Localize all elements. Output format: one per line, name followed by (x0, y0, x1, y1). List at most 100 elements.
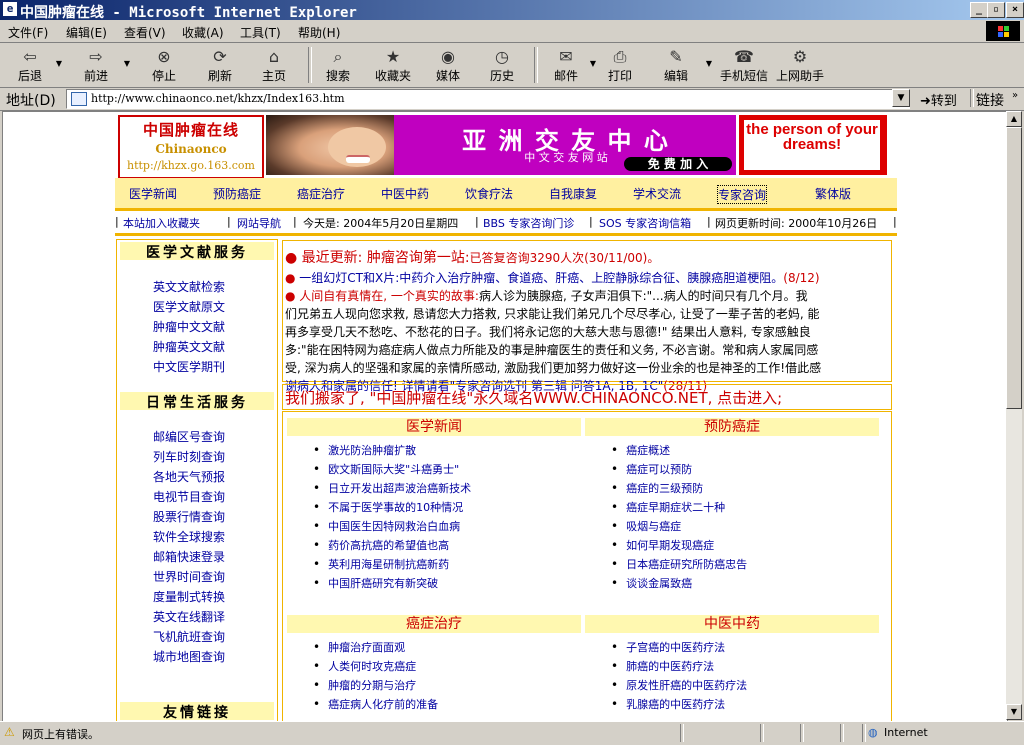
sidebar-link[interactable]: 股票行情查询 (153, 508, 225, 525)
address-input[interactable]: http://www.chinaonco.net/khzx/Index163.h… (66, 89, 910, 109)
list-item[interactable]: 药价高抗癌的希望值也高 (327, 537, 449, 553)
list-item[interactable]: 原发性肝癌的中医药疗法 (625, 677, 747, 693)
search-button[interactable]: ⌕ 搜索 (318, 45, 358, 85)
sidebar-link[interactable]: 电视节目查询 (153, 488, 225, 505)
scroll-down-button[interactable]: ▼ (1006, 704, 1022, 720)
sidebar-link[interactable]: 软件全球搜索 (153, 528, 225, 545)
section-heading[interactable]: 癌症治疗 (287, 615, 581, 633)
latest-update-link[interactable]: 已答复咨询3290人次(30/11/00)。 (470, 251, 660, 265)
links-chevron-icon[interactable]: » (1012, 90, 1018, 101)
dating-banner[interactable]: 亚 洲 交 友 中 心 中 文 交 友 网 站 免 费 加 入 (266, 115, 736, 175)
nav-tcm[interactable]: 中医中药 (381, 185, 429, 202)
ct-slides-link[interactable]: 一组幻灯CT和X片:中药介入治疗肿瘤、食道癌、肝癌、上腔静脉综合征、胰腺癌胆道梗… (299, 271, 783, 285)
nav-treatment[interactable]: 癌症治疗 (297, 185, 345, 202)
home-button[interactable]: ⌂ 主页 (254, 45, 294, 85)
list-item[interactable]: 英利用海星研制抗癌新药 (327, 556, 449, 572)
menu-edit[interactable]: 编辑(E) (66, 24, 107, 41)
nav-diet[interactable]: 饮食疗法 (465, 185, 513, 202)
links-button[interactable]: 链接 (976, 90, 1004, 110)
bbs-link[interactable]: BBS 专家咨询门诊 (483, 215, 574, 231)
vertical-scrollbar[interactable]: ▲ ▼ (1006, 111, 1022, 720)
section-heading[interactable]: 中医中药 (585, 615, 879, 633)
ad-banner[interactable]: the person of your dreams! (739, 115, 887, 175)
edit-button[interactable]: ✎ 编辑 (656, 45, 696, 85)
sms-button[interactable]: ☎ 手机短信 (718, 45, 770, 85)
refresh-button[interactable]: ⟳ 刷新 (200, 45, 240, 85)
domain-notice[interactable]: 我们搬家了, "中国肿瘤在线"永久域名WWW.CHINAONCO.NET, 点击… (282, 384, 892, 410)
forward-button[interactable]: ⇨ 前进 (76, 45, 116, 85)
warning-icon[interactable]: ⚠ (4, 725, 15, 739)
list-item[interactable]: 日本癌症研究所防癌忠告 (625, 556, 747, 572)
sidebar-link[interactable]: 飞机航班查询 (153, 628, 225, 645)
menu-help[interactable]: 帮助(H) (298, 24, 340, 41)
list-item[interactable]: 吸烟与癌症 (625, 518, 681, 534)
list-item[interactable]: 激光防治肿瘤扩散 (327, 442, 416, 458)
section-heading[interactable]: 医学新闻 (287, 418, 581, 436)
back-button[interactable]: ⇦ 后退 (10, 45, 50, 85)
scroll-thumb[interactable] (1006, 127, 1022, 409)
nav-academic[interactable]: 学术交流 (633, 185, 681, 202)
join-button[interactable]: 免 费 加 入 (624, 157, 732, 171)
list-item[interactable]: 癌症可以预防 (625, 461, 692, 477)
sidebar-link[interactable]: 度量制式转换 (153, 588, 225, 605)
sidebar-link[interactable]: 城市地图查询 (153, 648, 225, 665)
list-item[interactable]: 不属于医学事故的10种情况 (327, 499, 463, 515)
print-button[interactable]: ⎙ 打印 (602, 45, 638, 85)
sidebar-link[interactable]: 世界时间查询 (153, 568, 225, 585)
history-button[interactable]: ◷ 历史 (484, 45, 520, 85)
list-item[interactable]: 癌症的三级预防 (625, 480, 703, 496)
site-nav-link[interactable]: 网站导航 (237, 215, 281, 231)
list-item[interactable]: 人类何时攻克癌症 (327, 658, 416, 674)
list-item[interactable]: 日立开发出超声波治癌新技术 (327, 480, 471, 496)
sidebar-link[interactable]: 英文文献检索 (153, 278, 225, 295)
maximize-button[interactable]: ▫ (987, 2, 1005, 18)
sidebar-link[interactable]: 各地天气预报 (153, 468, 225, 485)
list-item[interactable]: 欧文斯国际大奖"斗癌勇士" (327, 461, 459, 477)
list-item[interactable]: 如何早期发现癌症 (625, 537, 714, 553)
list-item[interactable]: 乳腺癌的中医药疗法 (625, 696, 725, 712)
sidebar-link[interactable]: 肿瘤英文文献 (153, 338, 225, 355)
list-item[interactable]: 肿瘤的分期与治疗 (327, 677, 416, 693)
sidebar-link[interactable]: 英文在线翻译 (153, 608, 225, 625)
menu-file[interactable]: 文件(F) (8, 24, 48, 41)
nav-recovery[interactable]: 自我康复 (549, 185, 597, 202)
go-button[interactable]: ➜转到 (920, 90, 957, 109)
close-button[interactable]: × (1006, 2, 1024, 18)
sidebar-link[interactable]: 列车时刻查询 (153, 448, 225, 465)
scroll-up-button[interactable]: ▲ (1006, 111, 1022, 127)
nav-traditional[interactable]: 繁体版 (815, 185, 851, 202)
add-favorites-link[interactable]: 本站加入收藏夹 (123, 215, 200, 231)
list-item[interactable]: 谈谈金属致癌 (625, 575, 692, 591)
list-item[interactable]: 肺癌的中医药疗法 (625, 658, 714, 674)
sidebar-link[interactable]: 肿瘤中文文献 (153, 318, 225, 335)
sidebar-link[interactable]: 中文医学期刊 (153, 358, 225, 375)
list-item[interactable]: 中国肝癌研究有新突破 (327, 575, 438, 591)
nav-prevention[interactable]: 预防癌症 (213, 185, 261, 202)
sos-link[interactable]: SOS 专家咨询信箱 (599, 215, 691, 231)
stop-button[interactable]: ⊗ 停止 (144, 45, 184, 85)
list-item[interactable]: 肿瘤治疗面面观 (327, 639, 405, 655)
menu-view[interactable]: 查看(V) (124, 24, 166, 41)
list-item[interactable]: 癌症早期症状二十种 (625, 499, 725, 515)
sidebar-link[interactable]: 医学文献原文 (153, 298, 225, 315)
site-logo[interactable]: 中国肿瘤在线 Chinaonco http://khzx.go.163.com (118, 115, 264, 179)
mail-button[interactable]: ✉ 邮件 (546, 45, 586, 85)
nav-medical-news[interactable]: 医学新闻 (129, 185, 177, 202)
medical-services-heading: 医学文献服务 (120, 242, 274, 261)
list-item[interactable]: 子宫癌的中医药疗法 (625, 639, 725, 655)
list-item[interactable]: 癌症概述 (625, 442, 670, 458)
helper-button[interactable]: ⚙ 上网助手 (774, 45, 826, 85)
favorites-button[interactable]: ★ 收藏夹 (370, 45, 416, 85)
sidebar-link[interactable]: 邮箱快速登录 (153, 548, 225, 565)
media-button[interactable]: ◉ 媒体 (430, 45, 466, 85)
update-time: 网页更新时间: 2000年10月26日 (715, 217, 878, 230)
menu-favorites[interactable]: 收藏(A) (182, 24, 224, 41)
sidebar-link[interactable]: 邮编区号查询 (153, 428, 225, 445)
menu-tools[interactable]: 工具(T) (240, 24, 281, 41)
address-dropdown[interactable]: ▼ (892, 89, 910, 107)
list-item[interactable]: 中国医生因特网救治白血病 (327, 518, 460, 534)
section-heading[interactable]: 预防癌症 (585, 418, 879, 436)
nav-expert[interactable]: 专家咨询 (717, 185, 768, 204)
minimize-button[interactable]: _ (970, 2, 988, 18)
list-item[interactable]: 癌症病人化疗前的准备 (327, 696, 438, 712)
